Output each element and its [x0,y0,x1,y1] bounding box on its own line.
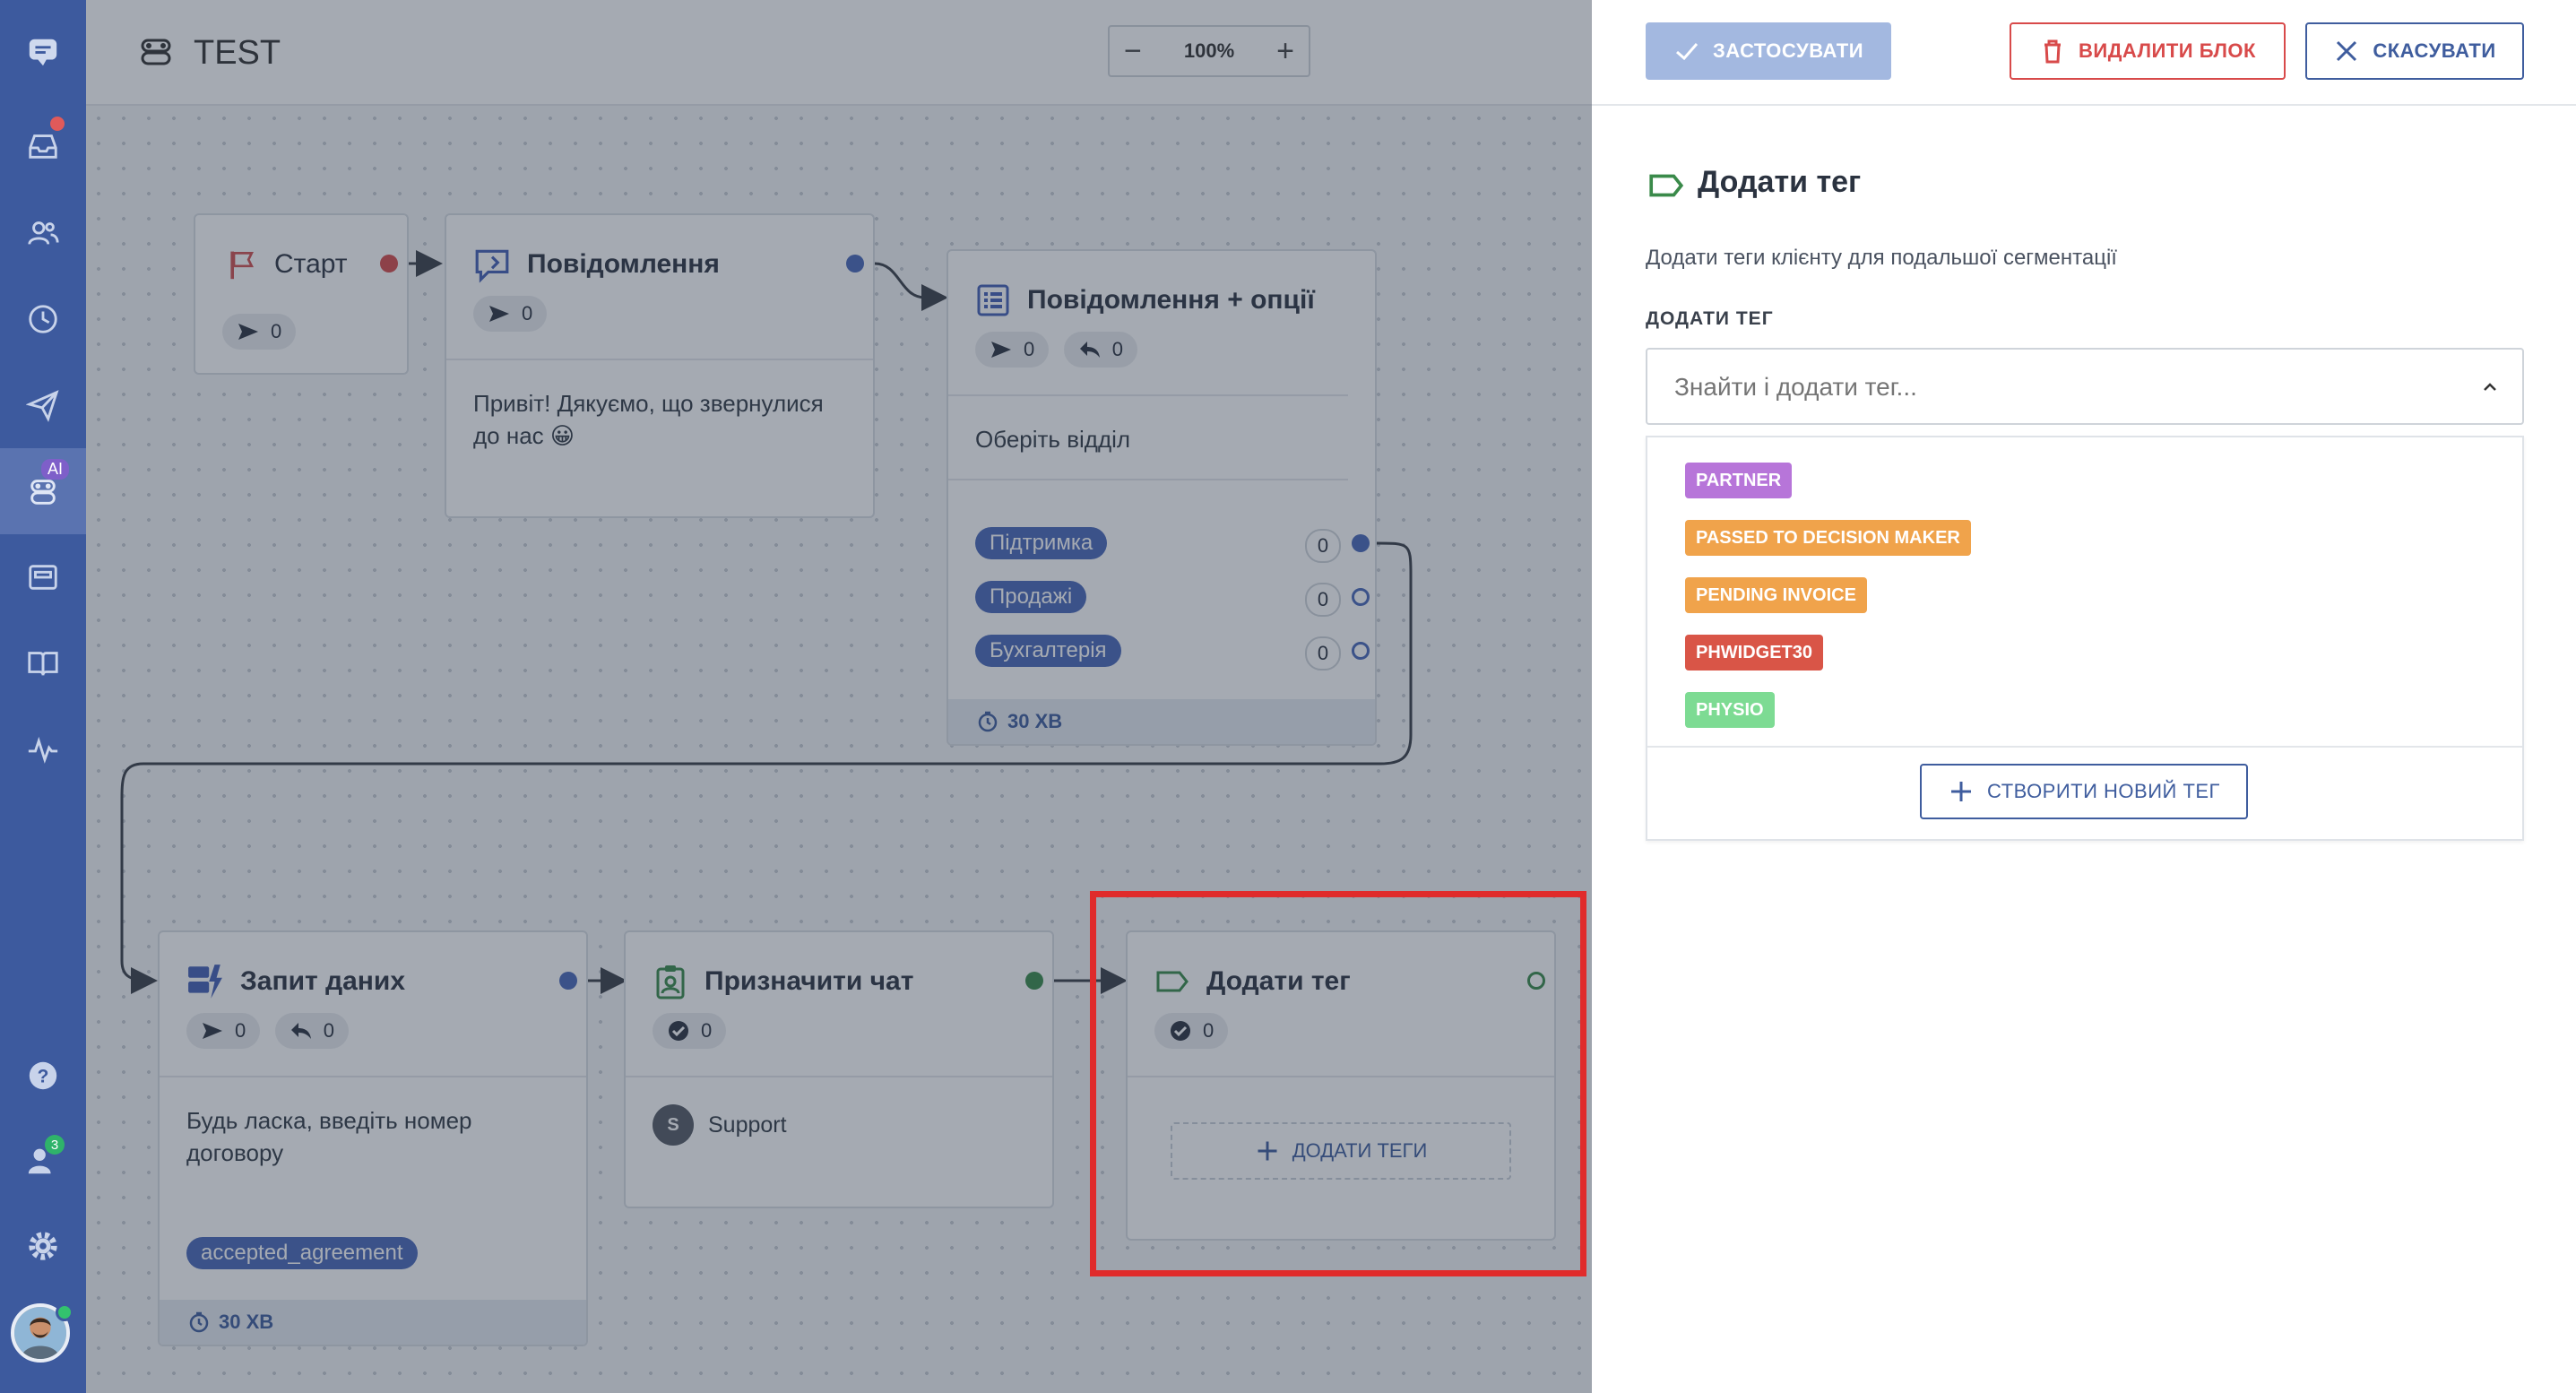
check-icon [1675,43,1699,61]
tag-option-phwidget30[interactable]: PHWIDGET30 [1685,635,1824,671]
panel-heading: Додати тег [1698,165,1862,199]
tag-option-partner[interactable]: PARTNER [1685,463,1793,498]
tag-option-pending-invoice[interactable]: PENDING INVOICE [1685,577,1867,613]
field-label: ДОДАТИ ТЕГ [1646,308,1774,329]
panel-divider [1592,104,2576,106]
panel-tag-icon [1647,167,1685,209]
close-icon [2337,40,2357,62]
chevron-up-icon[interactable] [2481,378,2499,396]
tag-option-passed-to-decision-maker[interactable]: PASSED TO DECISION MAKER [1685,520,1971,556]
trash-icon [2044,39,2062,64]
create-new-tag-button[interactable]: СТВОРИТИ НОВИЙ ТЕГ [1920,764,2248,819]
dropdown-divider [1647,746,2522,748]
delete-block-button[interactable]: ВИДАЛИТИ БЛОК [2010,22,2286,80]
tag-option-physio[interactable]: PHYSIO [1685,692,1775,728]
apply-button[interactable]: ЗАСТОСУВАТИ [1646,22,1891,80]
tag-search-input[interactable] [1674,368,2445,407]
highlight-box [1090,891,1586,1276]
cancel-button[interactable]: СКАСУВАТИ [2305,22,2524,80]
plus-icon [1951,782,1972,801]
panel-description: Додати теги клієнту для подальшої сегмен… [1646,246,2117,270]
tag-search-field[interactable] [1646,348,2524,425]
